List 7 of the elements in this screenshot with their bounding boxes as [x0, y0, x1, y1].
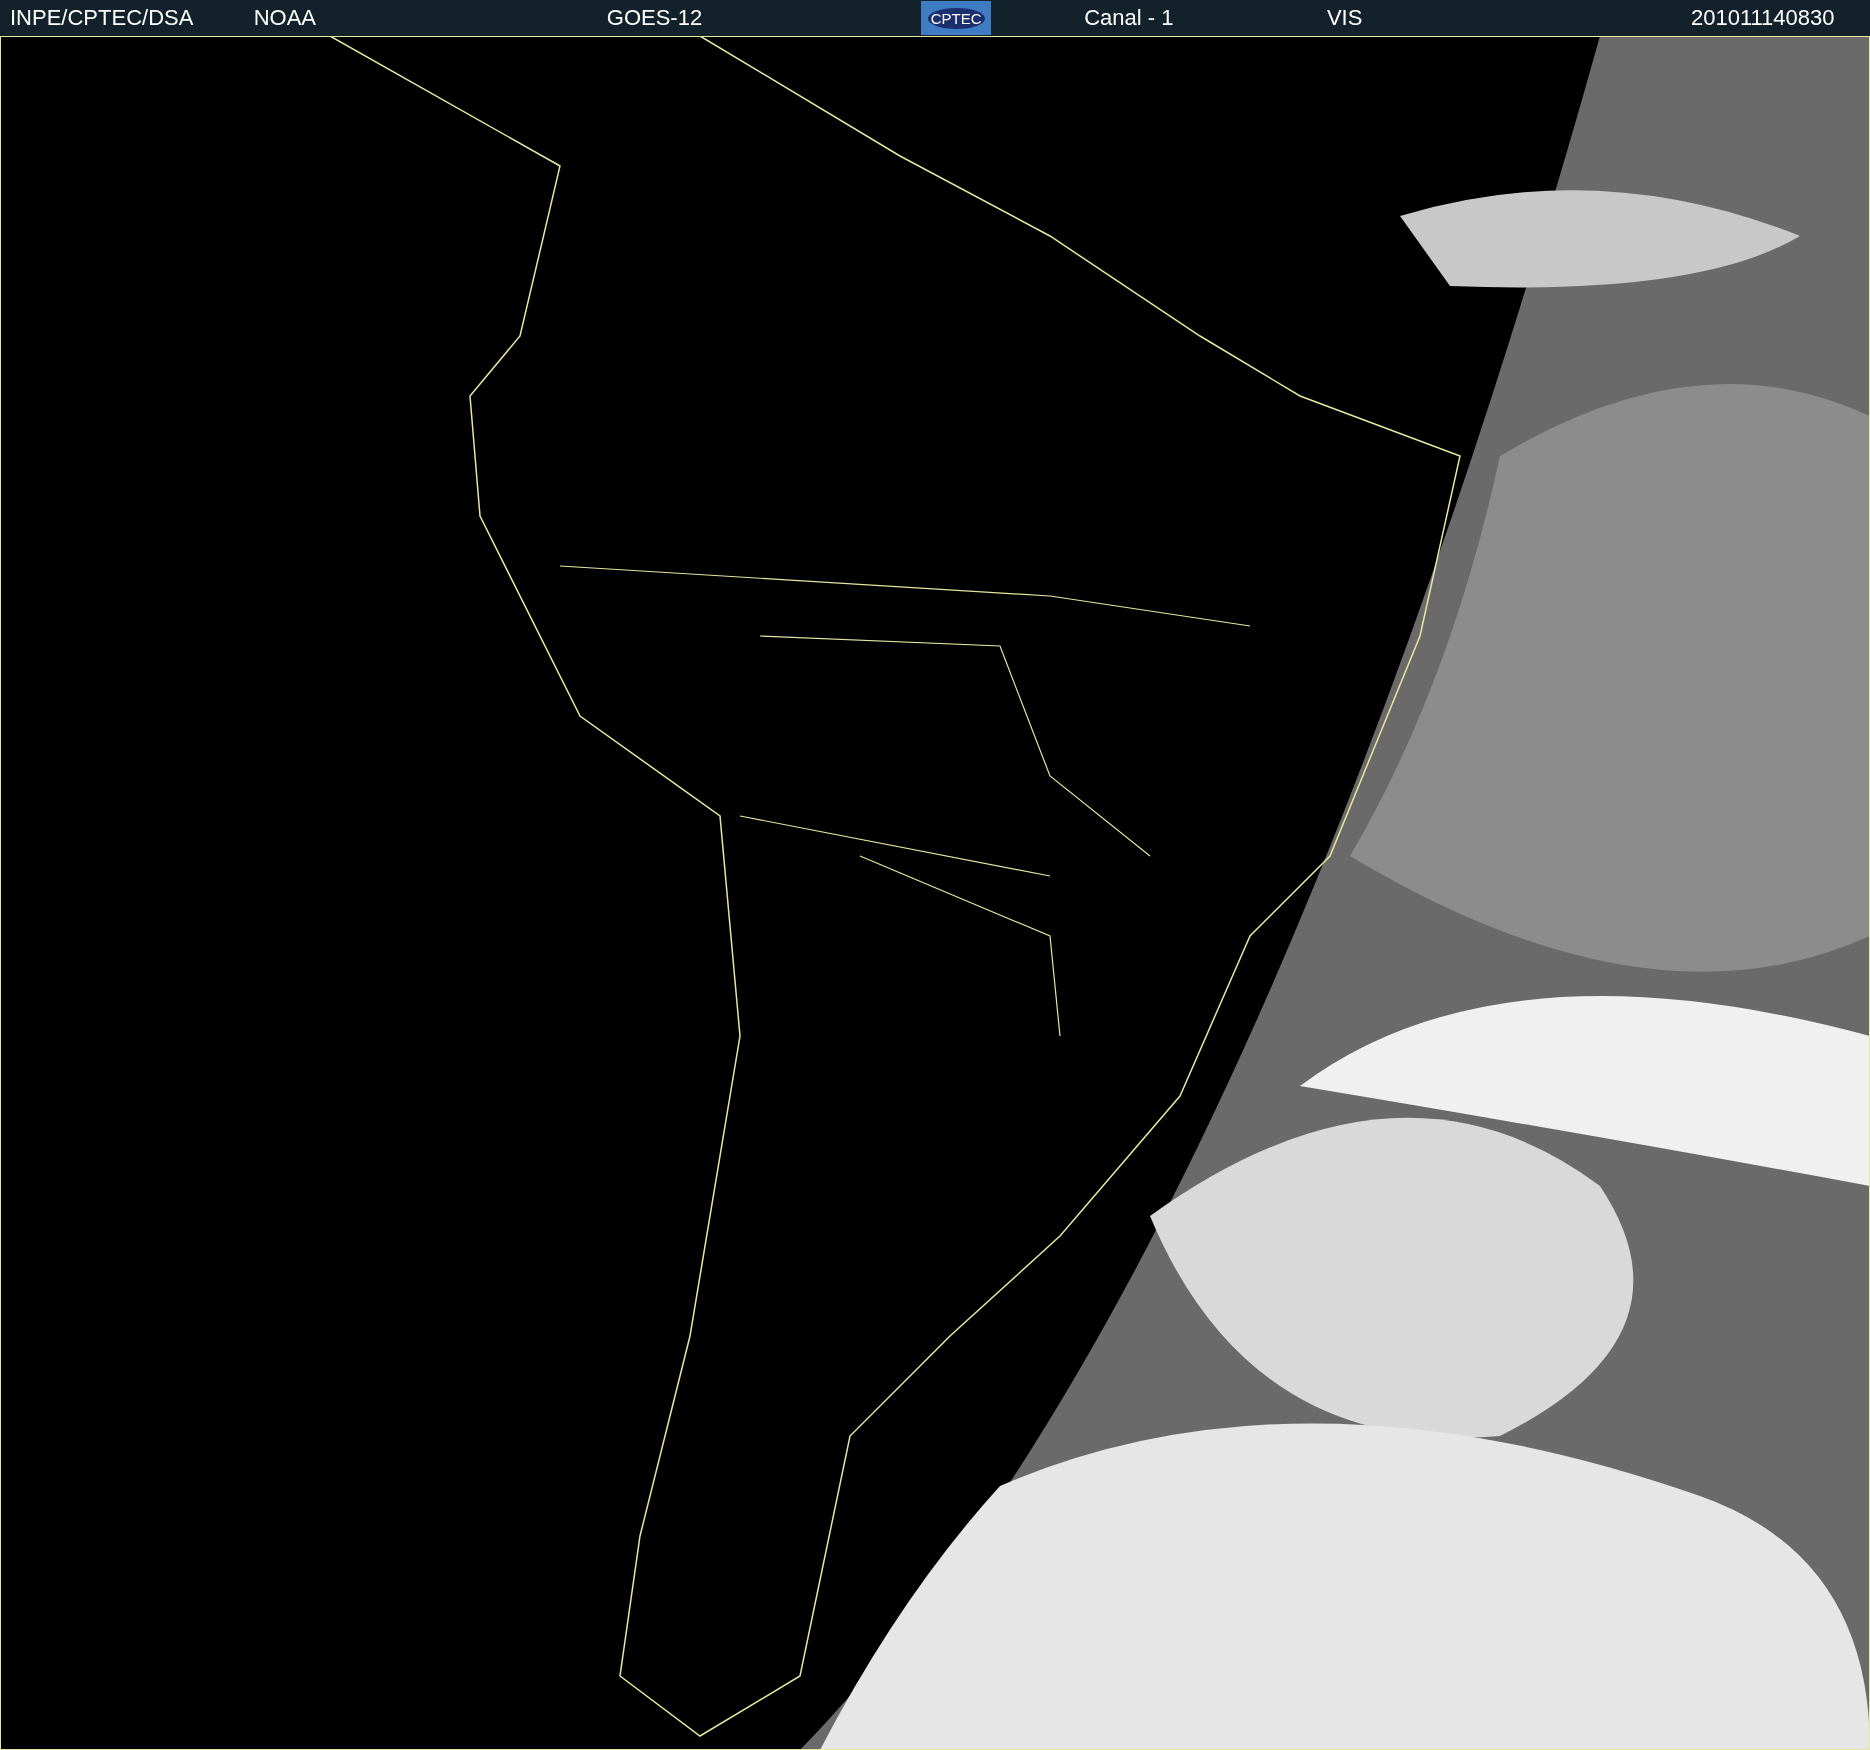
header-label: 201011140830 — [1690, 5, 1835, 31]
header-label: INPE/CPTEC/DSA — [10, 5, 194, 31]
header-label: VIS — [1326, 5, 1363, 31]
logo: CPTEC — [921, 1, 992, 35]
header-label: NOAA — [253, 5, 317, 31]
header-label: Canal - 1 — [1084, 5, 1174, 31]
header-label: GOES-12 — [606, 5, 703, 31]
